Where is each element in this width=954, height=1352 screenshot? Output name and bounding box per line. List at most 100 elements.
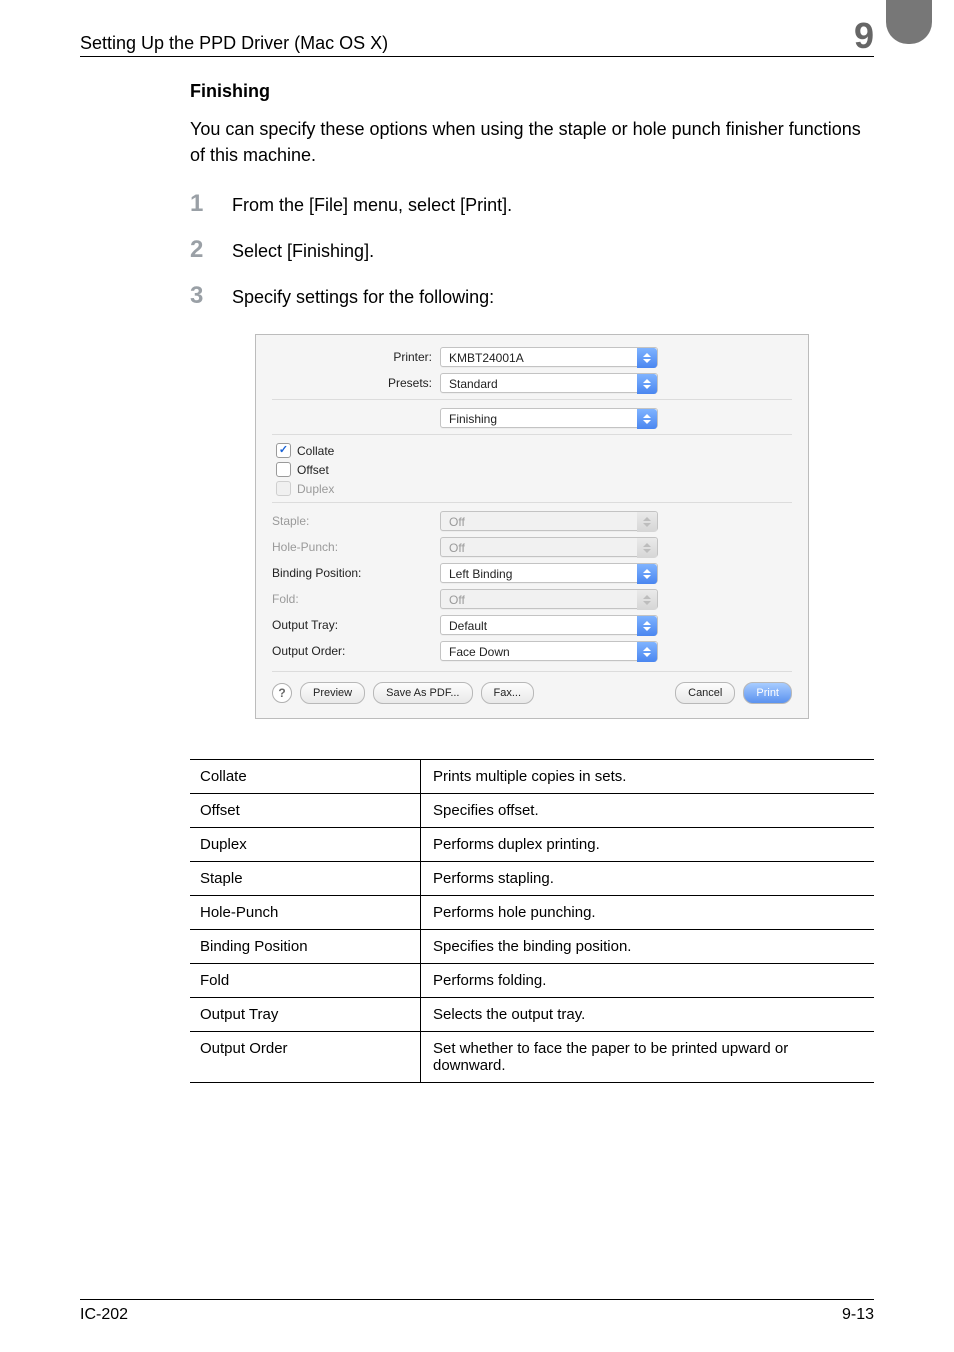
output-tray-value: Default: [449, 619, 487, 633]
step-2: 2 Select [Finishing].: [190, 236, 874, 264]
option-name: Hole-Punch: [190, 896, 421, 930]
section-heading: Finishing: [190, 81, 874, 102]
help-button[interactable]: ?: [272, 683, 292, 703]
chevron-updown-icon: [637, 590, 657, 610]
table-row: Collate Prints multiple copies in sets.: [190, 760, 874, 794]
binding-label: Binding Position:: [272, 566, 440, 580]
option-name: Output Order: [190, 1032, 421, 1083]
footer-right: 9-13: [842, 1306, 874, 1324]
duplex-label: Duplex: [297, 482, 334, 496]
duplex-row: Duplex: [272, 481, 792, 496]
chapter-number: 9: [854, 18, 874, 54]
printer-label: Printer:: [272, 350, 440, 364]
offset-row: Offset: [272, 462, 792, 477]
chevron-updown-icon: [637, 616, 657, 636]
collate-label: Collate: [297, 444, 334, 458]
option-desc: Specifies offset.: [421, 794, 875, 828]
fax-button[interactable]: Fax...: [481, 682, 535, 704]
page-footer: IC-202 9-13: [80, 1299, 874, 1324]
step-3: 3 Specify settings for the following:: [190, 282, 874, 310]
chevron-updown-icon: [637, 374, 657, 394]
fold-popup: Off: [440, 589, 658, 609]
output-order-label: Output Order:: [272, 644, 440, 658]
step-text: Select [Finishing].: [232, 241, 374, 262]
fold-label: Fold:: [272, 592, 440, 606]
step-number: 2: [190, 236, 210, 264]
presets-label: Presets:: [272, 376, 440, 390]
printer-value: KMBT24001A: [449, 351, 524, 365]
print-button[interactable]: Print: [743, 682, 792, 704]
divider: [272, 502, 792, 503]
chevron-updown-icon: [637, 348, 657, 368]
option-name: Offset: [190, 794, 421, 828]
step-number: 1: [190, 190, 210, 218]
collate-row: Collate: [272, 443, 792, 458]
description-table: Collate Prints multiple copies in sets. …: [190, 759, 874, 1083]
panel-popup[interactable]: Finishing: [440, 408, 658, 428]
offset-label: Offset: [297, 463, 329, 477]
option-desc: Performs folding.: [421, 964, 875, 998]
hole-punch-popup: Off: [440, 537, 658, 557]
divider: [272, 399, 792, 400]
chevron-updown-icon: [637, 642, 657, 662]
footer-left: IC-202: [80, 1306, 128, 1324]
option-name: Duplex: [190, 828, 421, 862]
staple-label: Staple:: [272, 514, 440, 528]
collate-checkbox[interactable]: [276, 443, 291, 458]
option-name: Collate: [190, 760, 421, 794]
staple-popup: Off: [440, 511, 658, 531]
offset-checkbox[interactable]: [276, 462, 291, 477]
hole-punch-value: Off: [449, 541, 465, 555]
binding-popup[interactable]: Left Binding: [440, 563, 658, 583]
dialog-footer: ? Preview Save As PDF... Fax... Cancel P…: [272, 671, 792, 704]
output-tray-popup[interactable]: Default: [440, 615, 658, 635]
hole-punch-label: Hole-Punch:: [272, 540, 440, 554]
output-tray-label: Output Tray:: [272, 618, 440, 632]
step-text: From the [File] menu, select [Print].: [232, 195, 512, 216]
step-1: 1 From the [File] menu, select [Print].: [190, 190, 874, 218]
option-desc: Performs hole punching.: [421, 896, 875, 930]
cancel-button[interactable]: Cancel: [675, 682, 735, 704]
option-desc: Prints multiple copies in sets.: [421, 760, 875, 794]
duplex-checkbox[interactable]: [276, 481, 291, 496]
output-order-popup[interactable]: Face Down: [440, 641, 658, 661]
table-row: Output Tray Selects the output tray.: [190, 998, 874, 1032]
step-number: 3: [190, 282, 210, 310]
presets-value: Standard: [449, 377, 498, 391]
page-header: Setting Up the PPD Driver (Mac OS X) 9: [80, 18, 874, 57]
binding-value: Left Binding: [449, 567, 512, 581]
print-dialog: Printer: KMBT24001A Presets: Standard Fi…: [255, 334, 809, 719]
chevron-updown-icon: [637, 512, 657, 532]
option-desc: Set whether to face the paper to be prin…: [421, 1032, 875, 1083]
option-name: Fold: [190, 964, 421, 998]
table-row: Hole-Punch Performs hole punching.: [190, 896, 874, 930]
header-title: Setting Up the PPD Driver (Mac OS X): [80, 33, 388, 54]
preview-button[interactable]: Preview: [300, 682, 365, 704]
staple-value: Off: [449, 515, 465, 529]
table-row: Fold Performs folding.: [190, 964, 874, 998]
chevron-updown-icon: [637, 564, 657, 584]
output-order-value: Face Down: [449, 645, 510, 659]
presets-popup[interactable]: Standard: [440, 373, 658, 393]
option-name: Binding Position: [190, 930, 421, 964]
chevron-updown-icon: [637, 538, 657, 558]
section-lead: You can specify these options when using…: [190, 116, 874, 168]
table-row: Duplex Performs duplex printing.: [190, 828, 874, 862]
table-row: Binding Position Specifies the binding p…: [190, 930, 874, 964]
printer-popup[interactable]: KMBT24001A: [440, 347, 658, 367]
chevron-updown-icon: [637, 409, 657, 429]
option-desc: Selects the output tray.: [421, 998, 875, 1032]
step-text: Specify settings for the following:: [232, 287, 494, 308]
divider: [272, 434, 792, 435]
option-desc: Performs stapling.: [421, 862, 875, 896]
steps-list: 1 From the [File] menu, select [Print]. …: [190, 190, 874, 310]
panel-value: Finishing: [449, 412, 497, 426]
option-name: Staple: [190, 862, 421, 896]
tab-marker: [886, 0, 932, 44]
fold-value: Off: [449, 593, 465, 607]
option-name: Output Tray: [190, 998, 421, 1032]
table-row: Staple Performs stapling.: [190, 862, 874, 896]
table-row: Output Order Set whether to face the pap…: [190, 1032, 874, 1083]
save-pdf-button[interactable]: Save As PDF...: [373, 682, 472, 704]
option-desc: Performs duplex printing.: [421, 828, 875, 862]
